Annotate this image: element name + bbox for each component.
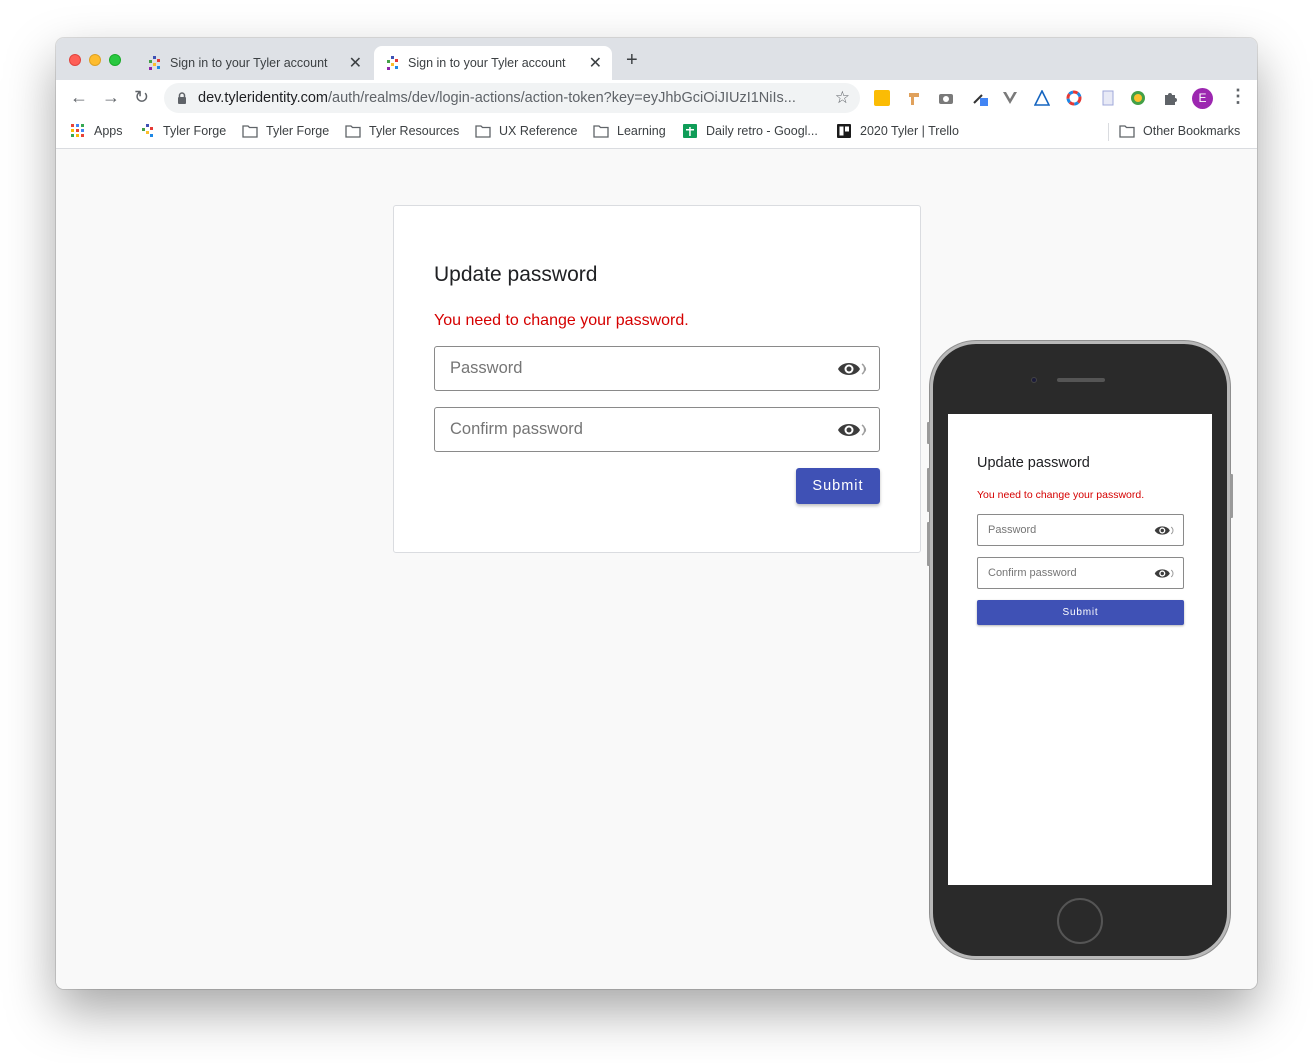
extension-camera-icon[interactable]	[938, 90, 954, 106]
phone-power-button	[1230, 474, 1233, 518]
folder-icon	[242, 125, 258, 138]
browser-window: Sign in to your Tyler account ✕ Sign in …	[56, 38, 1257, 989]
error-message: You need to change your password.	[434, 312, 689, 329]
extension-sticky-icon[interactable]	[874, 90, 890, 106]
tab-active[interactable]: Sign in to your Tyler account ✕	[374, 46, 612, 80]
profile-avatar[interactable]: E	[1192, 88, 1213, 109]
url-text: dev.tyleridentity.com/auth/realms/dev/lo…	[198, 90, 796, 106]
bookmark-tyler-forge-site[interactable]: Tyler Forge	[139, 124, 226, 138]
extension-ruler-icon[interactable]	[906, 90, 922, 106]
forward-arrow-icon[interactable]: →	[102, 87, 120, 107]
more-menu-icon[interactable]: ⋮	[1229, 86, 1247, 107]
bookmark-label: Tyler Resources	[369, 124, 460, 138]
bookmarks-divider	[1108, 123, 1109, 141]
extension-document-icon[interactable]	[1100, 90, 1116, 106]
tab-title: Sign in to your Tyler account	[170, 56, 328, 70]
maximize-window-button[interactable]	[109, 54, 121, 66]
phone-home-button	[1057, 898, 1103, 944]
close-window-button[interactable]	[69, 54, 81, 66]
bookmark-other-bookmarks[interactable]: Other Bookmarks	[1119, 124, 1240, 138]
tab-inactive[interactable]: Sign in to your Tyler account ✕	[136, 46, 372, 80]
minimize-window-button[interactable]	[89, 54, 101, 66]
bookmark-apps[interactable]: Apps	[70, 124, 123, 138]
trello-icon	[837, 124, 851, 138]
bookmark-daily-retro[interactable]: Daily retro - Googl...	[682, 124, 818, 138]
phone-volume-up	[927, 468, 930, 512]
mobile-error-message: You need to change your password.	[977, 489, 1145, 501]
phone-screen: Update password You need to change your …	[948, 414, 1212, 885]
bookmark-tyler-resources-folder[interactable]: Tyler Resources	[345, 124, 459, 138]
show-password-eye-icon[interactable]	[837, 419, 869, 441]
bookmark-label: UX Reference	[499, 124, 578, 138]
folder-icon	[1119, 125, 1135, 138]
extension-vue-icon[interactable]	[1002, 90, 1018, 106]
bookmark-label: Apps	[94, 124, 123, 138]
update-password-card: Update password You need to change your …	[393, 205, 921, 553]
folder-icon	[593, 125, 609, 138]
folder-icon	[475, 125, 491, 138]
confirm-password-input[interactable]	[435, 408, 825, 451]
address-bar[interactable]: dev.tyleridentity.com/auth/realms/dev/lo…	[164, 83, 860, 113]
new-tab-button[interactable]: +	[626, 50, 638, 70]
extension-color-wheel-icon[interactable]	[1066, 90, 1082, 106]
phone-speaker	[1057, 378, 1105, 382]
tab-strip: Sign in to your Tyler account ✕ Sign in …	[56, 38, 1257, 80]
phone-mute-switch	[927, 422, 930, 444]
submit-button[interactable]: Submit	[796, 468, 880, 504]
password-input[interactable]	[435, 347, 825, 390]
bookmarks-bar: Apps Tyler Forge Tyler Forge Tyler Resou…	[56, 116, 1257, 149]
mobile-password-input[interactable]	[978, 515, 1148, 545]
bookmark-star-icon[interactable]: ☆	[835, 88, 850, 108]
tab-title: Sign in to your Tyler account	[408, 56, 566, 70]
url-path: /auth/realms/dev/login-actions/action-to…	[328, 90, 796, 106]
mobile-confirm-password-field	[977, 557, 1184, 589]
bookmark-label: Daily retro - Googl...	[706, 124, 818, 138]
bookmark-learning-folder[interactable]: Learning	[593, 124, 666, 138]
show-password-eye-icon[interactable]	[1153, 566, 1177, 581]
bookmark-label: Other Bookmarks	[1143, 124, 1241, 138]
folder-icon	[345, 125, 361, 138]
mobile-confirm-password-input[interactable]	[978, 558, 1148, 588]
extension-eyedropper-icon[interactable]	[972, 90, 988, 106]
close-tab-icon[interactable]: ✕	[349, 53, 362, 73]
bookmark-ux-reference-folder[interactable]: UX Reference	[475, 124, 578, 138]
reload-icon[interactable]: ↻	[134, 87, 149, 107]
phone-mockup: Update password You need to change your …	[927, 341, 1233, 959]
bookmark-tyler-forge-folder[interactable]: Tyler Forge	[242, 124, 329, 138]
phone-volume-down	[927, 522, 930, 566]
bookmark-label: 2020 Tyler | Trello	[860, 124, 959, 138]
tyler-forge-icon	[142, 124, 153, 137]
mobile-password-field	[977, 514, 1184, 546]
bookmark-label: Tyler Forge	[163, 124, 227, 138]
extension-a11y-icon[interactable]	[1034, 90, 1050, 106]
google-sheets-icon	[683, 124, 697, 138]
lock-icon	[178, 92, 186, 104]
apps-grid-icon	[71, 124, 84, 137]
close-tab-icon[interactable]: ✕	[589, 53, 602, 73]
tyler-forge-icon	[387, 56, 398, 70]
page-content: Update password You need to change your …	[56, 149, 1257, 989]
back-arrow-icon[interactable]: ←	[70, 87, 88, 107]
bookmark-label: Tyler Forge	[266, 124, 330, 138]
mobile-page-title: Update password	[977, 455, 1090, 471]
page-title: Update password	[434, 263, 598, 286]
confirm-password-field	[434, 407, 880, 452]
phone-camera	[1031, 377, 1037, 383]
extensions-puzzle-icon[interactable]	[1162, 90, 1178, 106]
show-password-eye-icon[interactable]	[837, 358, 869, 380]
password-field	[434, 346, 880, 391]
bookmark-trello[interactable]: 2020 Tyler | Trello	[836, 124, 959, 138]
show-password-eye-icon[interactable]	[1153, 523, 1177, 538]
mobile-submit-button[interactable]: Submit	[977, 600, 1184, 625]
bookmark-label: Learning	[617, 124, 666, 138]
tyler-forge-icon	[149, 56, 160, 70]
extension-globe-icon[interactable]	[1130, 90, 1146, 106]
browser-toolbar: ← → ↻ dev.tyleridentity.com/auth/realms/…	[56, 80, 1257, 116]
url-host: dev.tyleridentity.com	[198, 90, 329, 106]
